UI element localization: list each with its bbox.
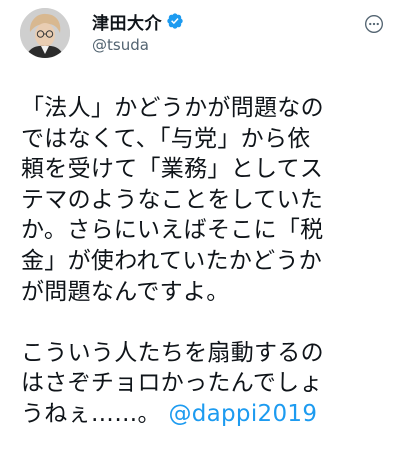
tweet-line-text: うねぇ……。	[21, 400, 161, 427]
more-options-icon[interactable]	[364, 14, 384, 34]
verified-badge-icon	[167, 13, 183, 29]
avatar[interactable]	[20, 8, 70, 58]
tweet-line: ではなくて、「与党」から依	[21, 125, 311, 152]
tweet-line: はさぞチョロかったんでしょ	[21, 370, 323, 397]
avatar-image	[20, 8, 70, 58]
tweet-line: 金」が使われていたかどうか	[21, 247, 323, 274]
tweet-header: 津田大介 @tsuda	[20, 8, 384, 60]
mention-link[interactable]: @dappi2019	[168, 401, 317, 427]
tweet-line: 頼を受けて「業務」としてス	[21, 156, 324, 183]
paragraph-break	[21, 307, 387, 338]
tweet-line: か。さらにいえばそこに「税	[21, 217, 324, 244]
tweet-line: こういう人たちを扇動するの	[21, 339, 324, 366]
tweet-line: 「法人」かどうかが問題なの	[21, 95, 324, 121]
tweet-line: テマのようなことをしていた	[21, 186, 324, 213]
name-row: 津田大介	[92, 9, 184, 34]
user-handle[interactable]: @tsuda	[92, 36, 149, 54]
tweet-last-line: うねぇ……。 @dappi2019	[21, 399, 387, 430]
tweet-line: が問題なんですよ。	[21, 278, 230, 305]
display-name[interactable]: 津田大介	[92, 9, 162, 34]
tweet-text: 「法人」かどうかが問題なの ではなくて、「与党」から依 頼を受けて「業務」として…	[21, 93, 387, 430]
